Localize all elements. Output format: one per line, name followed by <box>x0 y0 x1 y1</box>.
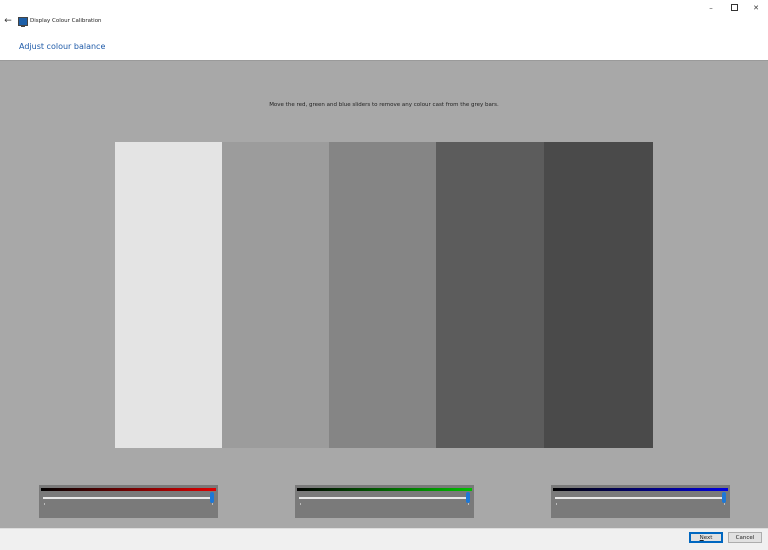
next-label-rest: ext <box>703 535 713 541</box>
green-slider-fill <box>299 497 469 499</box>
cancel-button[interactable]: Cancel <box>728 532 762 543</box>
red-slider-fill <box>43 497 213 499</box>
green-slider-min-tick <box>300 503 301 505</box>
blue-gradient <box>553 488 728 491</box>
green-slider-thumb[interactable] <box>466 492 471 503</box>
blue-slider-fill <box>555 497 725 499</box>
grey-bar-1 <box>115 142 223 448</box>
green-slider-track[interactable] <box>299 492 471 503</box>
red-slider-thumb[interactable] <box>210 492 215 503</box>
blue-slider-thumb[interactable] <box>722 492 727 503</box>
calibration-area: Move the red, green and blue sliders to … <box>0 60 768 529</box>
footer-bar <box>0 528 768 550</box>
green-gradient <box>297 488 472 491</box>
grey-bar-3 <box>329 142 437 448</box>
grey-bar-2 <box>222 142 330 448</box>
blue-slider-panel <box>551 485 730 518</box>
close-icon[interactable]: ✕ <box>745 0 767 16</box>
blue-slider-min-tick <box>556 503 557 505</box>
minimize-icon[interactable]: – <box>700 0 722 16</box>
page-title: Adjust colour balance <box>19 42 106 51</box>
green-slider-max-tick <box>468 503 469 505</box>
red-slider-max-tick <box>212 503 213 505</box>
red-slider-min-tick <box>44 503 45 505</box>
next-button[interactable]: Next <box>689 532 723 543</box>
grey-bar-4 <box>436 142 545 448</box>
blue-slider-track[interactable] <box>555 492 727 503</box>
back-arrow-icon[interactable]: ← <box>3 16 13 26</box>
red-slider-track[interactable] <box>43 492 215 503</box>
maximize-icon[interactable] <box>723 0 745 16</box>
title-bar: ← Display Colour Calibration – ✕ <box>0 0 768 32</box>
instruction-text: Move the red, green and blue sliders to … <box>269 102 499 108</box>
green-slider-panel <box>295 485 474 518</box>
red-gradient <box>41 488 216 491</box>
blue-slider-max-tick <box>724 503 725 505</box>
display-calibration-icon <box>18 17 28 27</box>
red-slider-panel <box>39 485 218 518</box>
window-title: Display Colour Calibration <box>30 18 102 24</box>
grey-bar-5 <box>544 142 653 448</box>
grey-bars <box>115 142 653 448</box>
